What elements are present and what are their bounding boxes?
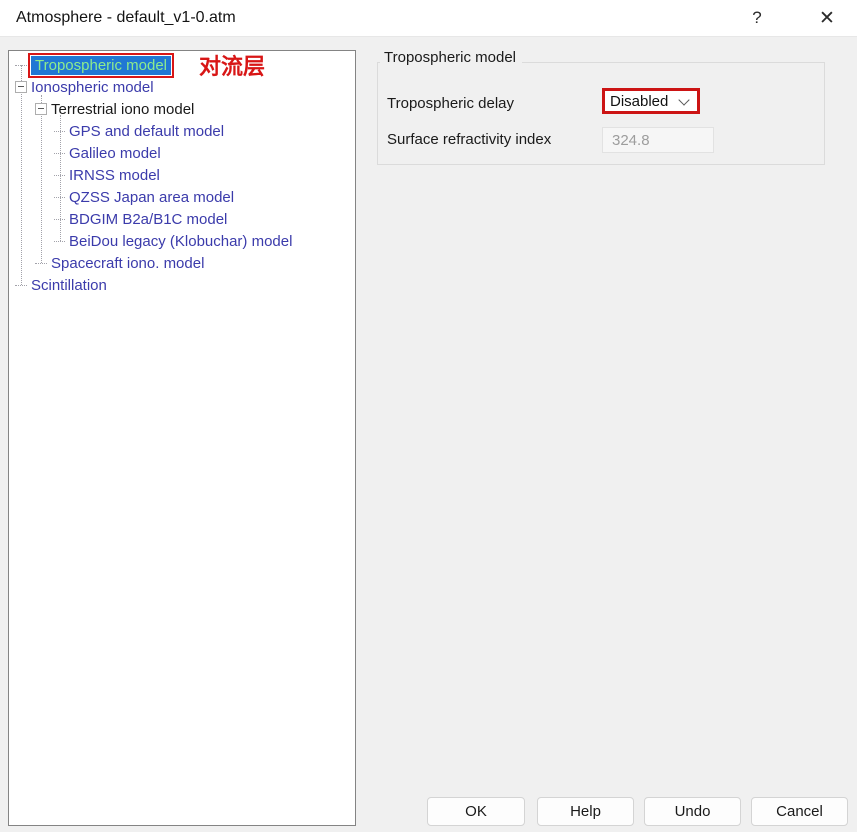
tree-item-tropospheric-model[interactable]: Tropospheric model	[9, 54, 353, 76]
tree-item-label: Ionospheric model	[31, 79, 154, 96]
tree-item-gps-and-default-model[interactable]: GPS and default model	[9, 120, 353, 142]
tree-stub	[54, 241, 65, 242]
help-button[interactable]: Help	[537, 797, 634, 826]
help-icon[interactable]: ?	[741, 2, 773, 34]
tree-item-label: BDGIM B2a/B1C model	[69, 211, 227, 228]
tree-item-ionospheric-model[interactable]: Ionospheric model	[9, 76, 353, 98]
tropospheric-model-groupbox: Tropospheric model Tropospheric delay Di…	[377, 45, 825, 165]
tree-item-beidou-legacy-klobuchar-model[interactable]: BeiDou legacy (Klobuchar) model	[9, 230, 353, 252]
collapse-minus-icon[interactable]	[15, 81, 27, 93]
ok-button[interactable]: OK	[427, 797, 525, 826]
close-icon[interactable]: ✕	[811, 2, 843, 34]
tropospheric-delay-label: Tropospheric delay	[387, 95, 514, 113]
tree-stub	[15, 285, 27, 286]
tree-item-label: QZSS Japan area model	[69, 189, 234, 206]
title-bar: Atmosphere - default_v1-0.atm ? ✕	[0, 0, 857, 37]
red-annotation-text: 对流层	[199, 54, 265, 80]
undo-button[interactable]: Undo	[644, 797, 741, 826]
tree-item-label: Terrestrial iono model	[51, 101, 194, 118]
tree-stub	[54, 131, 65, 132]
tree-item-label: Scintillation	[31, 277, 107, 294]
cancel-button[interactable]: Cancel	[751, 797, 848, 826]
tree-stub	[54, 219, 65, 220]
collapse-minus-icon[interactable]	[35, 103, 47, 115]
tree-item-label: Galileo model	[69, 145, 161, 162]
groupbox-title: Tropospheric model	[380, 49, 522, 67]
tree-item-qzss-japan-area-model[interactable]: QZSS Japan area model	[9, 186, 353, 208]
tree-item-spacecraft-iono-model[interactable]: Spacecraft iono. model	[9, 252, 353, 274]
tree-item-label: BeiDou legacy (Klobuchar) model	[69, 233, 292, 250]
groupbox-frame	[377, 62, 825, 165]
tree-item-label: Spacecraft iono. model	[51, 255, 204, 272]
tree-stub	[54, 175, 65, 176]
tree-item-terrestrial-iono-model[interactable]: Terrestrial iono model	[9, 98, 353, 120]
tree-item-irnss-model[interactable]: IRNSS model	[9, 164, 353, 186]
tree-item-scintillation[interactable]: Scintillation	[9, 274, 353, 296]
tree-rows: Tropospheric model Ionospheric model Ter…	[9, 54, 353, 296]
tree-stub	[15, 65, 27, 66]
tree-stub	[54, 197, 65, 198]
tree-item-label: GPS and default model	[69, 123, 224, 140]
model-tree: Tropospheric model Ionospheric model Ter…	[8, 50, 356, 826]
chevron-down-icon	[678, 94, 689, 105]
surface-refractivity-input	[602, 127, 714, 153]
tree-item-label: IRNSS model	[69, 167, 160, 184]
tree-stub	[35, 263, 47, 264]
surface-refractivity-label: Surface refractivity index	[387, 131, 551, 149]
red-annotation-box: Disabled	[602, 88, 700, 114]
tree-item-label: Tropospheric model	[31, 56, 171, 75]
tree-item-galileo-model[interactable]: Galileo model	[9, 142, 353, 164]
dropdown-value: Disabled	[610, 93, 668, 110]
tree-item-bdgim-b2a-b1c-model[interactable]: BDGIM B2a/B1C model	[9, 208, 353, 230]
tropospheric-delay-dropdown[interactable]: Disabled	[605, 91, 697, 111]
tree-stub	[54, 153, 65, 154]
window-title: Atmosphere - default_v1-0.atm	[16, 0, 236, 36]
